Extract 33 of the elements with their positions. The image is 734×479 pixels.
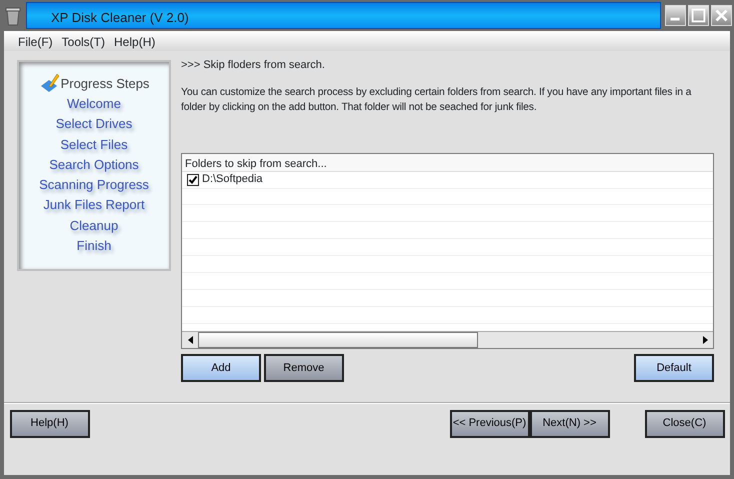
close-button[interactable] [711, 5, 732, 26]
list-header: Folders to skip from search... [182, 154, 713, 172]
description-text: You can customize the search process by excluding certain folders from search. If you have any important files in a folder by clicking on the add button. That folder will not be seached for junk files. [181, 86, 692, 116]
checkbox[interactable] [187, 174, 199, 186]
step-link[interactable]: Scanning Progress [39, 175, 149, 196]
nav-button[interactable]: << Previous(P) [450, 410, 530, 438]
default-button[interactable]: Default [634, 354, 714, 382]
list-button[interactable]: Add [181, 354, 261, 382]
list-button[interactable]: Remove [264, 354, 344, 382]
pencil-icon [38, 72, 61, 94]
step-link[interactable]: Select Files [60, 134, 128, 155]
step-link[interactable]: Finish [76, 236, 112, 256]
menu-item[interactable]: File(F) [18, 33, 53, 49]
folder-path: D:\Softpedia [202, 172, 263, 188]
horizontal-scrollbar[interactable] [182, 330, 713, 348]
scroll-left-icon[interactable] [188, 336, 192, 344]
nav-button[interactable]: Next(N) >> [530, 410, 610, 438]
step-link[interactable]: Cleanup [70, 216, 118, 236]
step-link[interactable]: Welcome [67, 94, 121, 114]
step-link[interactable]: Junk Files Report [43, 195, 145, 216]
minimize-button[interactable] [665, 5, 686, 26]
section-heading: >>> Skip floders from search. [181, 58, 326, 73]
trash-can-icon[interactable] [4, 6, 22, 26]
help-button[interactable]: Help(H) [10, 410, 90, 438]
step-link[interactable]: Search Options [49, 154, 139, 176]
steps-title: Progress Steps [60, 74, 150, 93]
menu-item[interactable]: Help(H) [114, 33, 156, 49]
menu-item[interactable]: Tools(T) [62, 33, 106, 49]
close-dialog-button[interactable]: Close(C) [644, 410, 724, 438]
step-link[interactable]: Select Drives [56, 114, 132, 135]
window-title: XP Disk Cleaner (V 2.0) [26, 2, 661, 29]
scroll-right-icon[interactable] [702, 336, 708, 344]
maximize-button[interactable] [688, 5, 709, 26]
